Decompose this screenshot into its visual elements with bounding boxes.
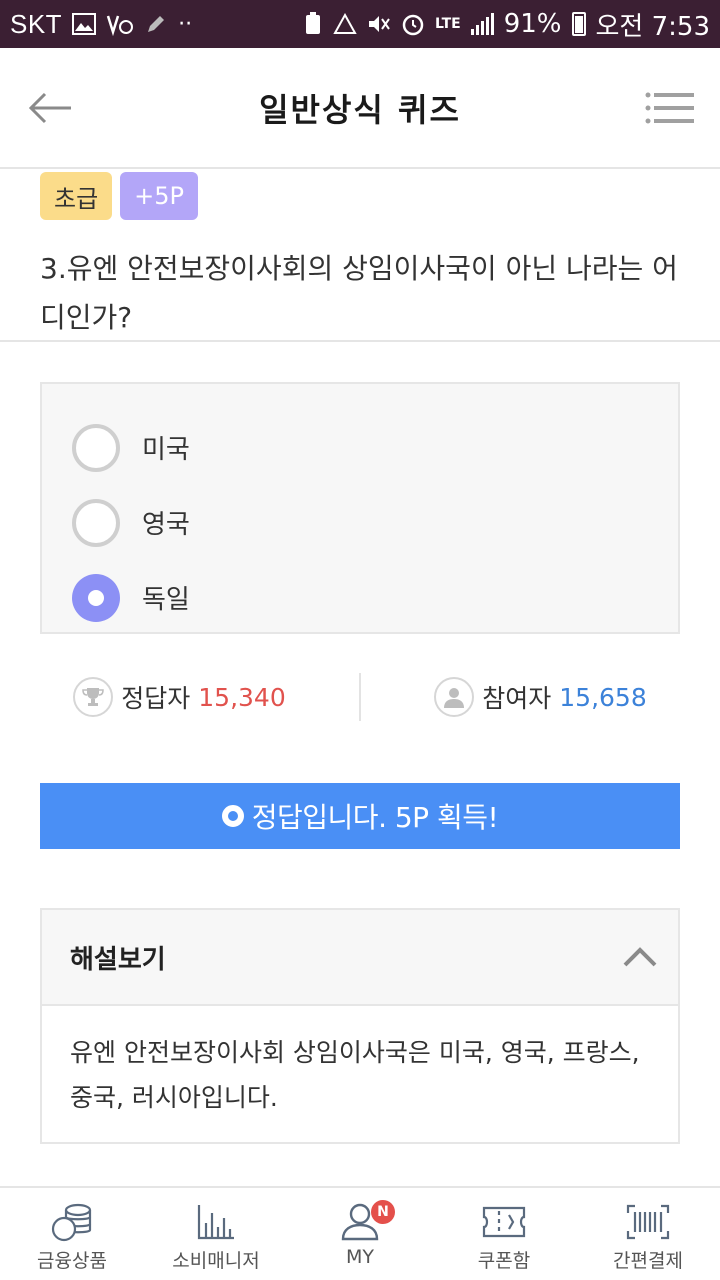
nav-item-financial-products[interactable]: 금융상품 bbox=[0, 1188, 144, 1280]
signal-icon bbox=[470, 13, 494, 35]
menu-button[interactable] bbox=[620, 48, 720, 167]
nav-label: 금융상품 bbox=[37, 1250, 107, 1272]
recycle-icon bbox=[333, 13, 357, 35]
option-item[interactable]: 미국 bbox=[42, 410, 678, 485]
pen-notification-icon bbox=[144, 12, 168, 36]
mute-icon bbox=[367, 13, 391, 35]
bottom-navigation: 금융상품 소비매니저 N MY 쿠폰함 간편결제 bbox=[0, 1186, 720, 1280]
nav-label: 간편결제 bbox=[613, 1250, 683, 1272]
option-label: 영국 bbox=[142, 510, 190, 540]
list-menu-icon bbox=[645, 92, 694, 123]
arrow-left-icon bbox=[28, 92, 71, 123]
new-badge: N bbox=[371, 1200, 395, 1224]
bar-chart-icon bbox=[191, 1202, 241, 1242]
result-text: 정답입니다. 5P 획득! bbox=[251, 801, 499, 834]
points-badge: +5P bbox=[120, 172, 199, 220]
coins-icon bbox=[47, 1202, 97, 1242]
circle-check-icon bbox=[221, 805, 244, 827]
question-badges: 초급 +5P bbox=[40, 172, 199, 220]
question-text: 3.유엔 안전보장이사회의 상임이사국이 아닌 나라는 어디인가? bbox=[40, 252, 678, 334]
radio-button-selected[interactable] bbox=[72, 573, 120, 622]
correct-label: 정답자 bbox=[121, 684, 191, 713]
option-label: 미국 bbox=[142, 435, 190, 465]
explanation-toggle[interactable]: 해설보기 bbox=[42, 910, 678, 1006]
trophy-icon bbox=[73, 677, 114, 717]
divider bbox=[0, 340, 720, 342]
more-notifications-icon: ·· bbox=[178, 11, 193, 37]
explanation-panel: 해설보기 유엔 안전보장이사회 상임이사국은 미국, 영국, 프랑스, 중국, … bbox=[40, 908, 680, 1144]
user-icon bbox=[434, 677, 475, 717]
nav-label: MY bbox=[346, 1246, 374, 1268]
result-banner: 정답입니다. 5P 획득! bbox=[40, 783, 680, 849]
participants-stat: 참여자 15,658 bbox=[361, 677, 720, 717]
alarm-icon bbox=[401, 12, 425, 36]
nav-item-coupon-box[interactable]: 쿠폰함 bbox=[432, 1188, 576, 1280]
carrier-label: SKT bbox=[10, 8, 63, 39]
status-bar: SKT ·· LTE 91% 오전 7:53 bbox=[0, 0, 720, 48]
level-badge: 초급 bbox=[40, 172, 113, 220]
correct-count: 15,340 bbox=[198, 682, 286, 712]
battery-icon bbox=[571, 12, 586, 36]
radio-button[interactable] bbox=[72, 423, 120, 472]
image-notification-icon bbox=[72, 13, 97, 35]
volte-icon bbox=[106, 12, 134, 36]
option-item[interactable]: 영국 bbox=[42, 485, 678, 560]
nav-label: 소비매니저 bbox=[172, 1250, 260, 1272]
chevron-up-icon[interactable] bbox=[622, 946, 658, 968]
battery-percent: 91% bbox=[503, 9, 562, 39]
back-button[interactable] bbox=[0, 48, 100, 167]
correct-stat: 정답자 15,340 bbox=[0, 677, 359, 717]
explanation-text: 유엔 안전보장이사회 상임이사국은 미국, 영국, 프랑스, 중국, 러시아입니… bbox=[70, 1038, 640, 1112]
quiz-stats: 정답자 15,340 참여자 15,658 bbox=[0, 672, 720, 722]
participants-count: 15,658 bbox=[559, 682, 647, 712]
radio-button[interactable] bbox=[72, 498, 120, 547]
option-label: 독일 bbox=[142, 585, 190, 615]
participants-label: 참여자 bbox=[482, 684, 552, 713]
nav-item-easy-pay[interactable]: 간편결제 bbox=[576, 1188, 720, 1280]
page-title: 일반상식 퀴즈 bbox=[259, 90, 461, 129]
battery-saver-icon bbox=[303, 12, 323, 36]
barcode-icon bbox=[623, 1202, 673, 1242]
explanation-title: 해설보기 bbox=[70, 944, 166, 975]
answer-options: 미국 영국 독일 bbox=[40, 382, 680, 634]
clock: 오전 7:53 bbox=[595, 11, 711, 42]
ticket-icon bbox=[479, 1202, 529, 1242]
option-item[interactable]: 독일 bbox=[42, 560, 678, 635]
network-type-label: LTE bbox=[434, 16, 461, 32]
nav-label: 쿠폰함 bbox=[477, 1250, 531, 1272]
nav-item-my[interactable]: N MY bbox=[288, 1188, 432, 1280]
app-header: 일반상식 퀴즈 bbox=[0, 48, 720, 169]
nav-item-spending-manager[interactable]: 소비매니저 bbox=[144, 1188, 288, 1280]
